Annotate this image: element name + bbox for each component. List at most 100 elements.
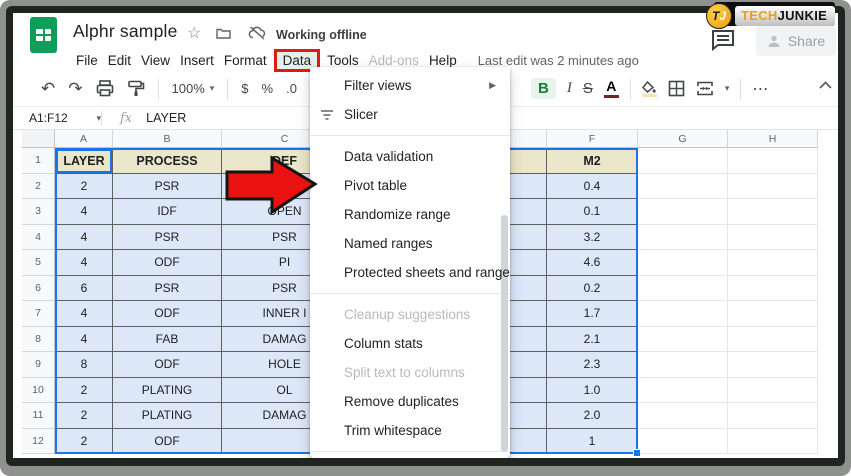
menu-item-slicer[interactable]: Slicer: [310, 100, 510, 129]
menu-item-filter-views[interactable]: Filter views▶: [310, 71, 510, 100]
cell-F11[interactable]: 2.0: [547, 403, 638, 429]
strikethrough-button[interactable]: S: [583, 80, 593, 97]
decrease-decimal-button[interactable]: .0: [286, 81, 297, 96]
cell-H6[interactable]: [728, 276, 818, 302]
cell-G9[interactable]: [638, 352, 728, 378]
cell-A3[interactable]: 4: [55, 199, 113, 225]
menu-item-randomize-range[interactable]: Randomize range: [310, 200, 510, 229]
print-icon[interactable]: [96, 80, 114, 97]
cell-A1[interactable]: LAYER: [55, 148, 113, 174]
cell-B1[interactable]: PROCESS: [113, 148, 222, 174]
merge-cells-button[interactable]: [696, 81, 714, 96]
menubar-item-format[interactable]: Format: [219, 51, 272, 70]
cell-H2[interactable]: [728, 174, 818, 200]
menu-item-column-stats[interactable]: Column stats: [310, 329, 510, 358]
row-header-4[interactable]: 4: [22, 225, 55, 251]
row-header-8[interactable]: 8: [22, 327, 55, 353]
cell-H12[interactable]: [728, 429, 818, 455]
cell-F7[interactable]: 1.7: [547, 301, 638, 327]
cell-F3[interactable]: 0.1: [547, 199, 638, 225]
cell-A11[interactable]: 2: [55, 403, 113, 429]
cell-F4[interactable]: 3.2: [547, 225, 638, 251]
cell-F5[interactable]: 4.6: [547, 250, 638, 276]
cell-G3[interactable]: [638, 199, 728, 225]
cell-H7[interactable]: [728, 301, 818, 327]
cell-F8[interactable]: 2.1: [547, 327, 638, 353]
borders-button[interactable]: [668, 80, 685, 97]
cell-B2[interactable]: PSR: [113, 174, 222, 200]
column-header-F[interactable]: F: [547, 130, 638, 148]
column-header-B[interactable]: B: [113, 130, 222, 148]
folder-icon[interactable]: [216, 27, 231, 39]
row-header-6[interactable]: 6: [22, 276, 55, 302]
selection-fill-handle[interactable]: [633, 449, 641, 457]
cell-G8[interactable]: [638, 327, 728, 353]
last-edit-status[interactable]: Last edit was 2 minutes ago: [478, 53, 639, 68]
cell-H9[interactable]: [728, 352, 818, 378]
cell-B10[interactable]: PLATING: [113, 378, 222, 404]
share-button[interactable]: Share: [756, 26, 836, 56]
menu-item-data-validation[interactable]: Data validation: [310, 142, 510, 171]
row-header-2[interactable]: 2: [22, 174, 55, 200]
cell-G5[interactable]: [638, 250, 728, 276]
bold-button[interactable]: B: [531, 78, 556, 99]
cell-G2[interactable]: [638, 174, 728, 200]
cell-H3[interactable]: [728, 199, 818, 225]
formula-input[interactable]: LAYER: [146, 111, 186, 125]
fill-color-button[interactable]: [642, 81, 657, 97]
column-header-A[interactable]: A: [55, 130, 113, 148]
menubar-item-view[interactable]: View: [136, 51, 175, 70]
cell-A4[interactable]: 4: [55, 225, 113, 251]
cell-B6[interactable]: PSR: [113, 276, 222, 302]
cell-B12[interactable]: ODF: [113, 429, 222, 455]
paint-format-icon[interactable]: [127, 80, 145, 97]
cell-A10[interactable]: 2: [55, 378, 113, 404]
name-box[interactable]: A1:F12 ▾: [29, 111, 101, 125]
cell-H5[interactable]: [728, 250, 818, 276]
document-title[interactable]: Alphr sample: [73, 21, 178, 42]
cell-H4[interactable]: [728, 225, 818, 251]
cell-F12[interactable]: 1: [547, 429, 638, 455]
row-header-5[interactable]: 5: [22, 250, 55, 276]
zoom-control[interactable]: 100% ▾: [172, 81, 215, 96]
cell-A7[interactable]: 4: [55, 301, 113, 327]
cell-F6[interactable]: 0.2: [547, 276, 638, 302]
row-header-1[interactable]: 1: [22, 148, 55, 174]
cell-H1[interactable]: [728, 148, 818, 174]
menu-item-pivot-table[interactable]: Pivot table: [310, 171, 510, 200]
text-color-button[interactable]: A: [604, 79, 619, 98]
cell-H10[interactable]: [728, 378, 818, 404]
italic-button[interactable]: I: [567, 80, 572, 97]
cell-G1[interactable]: [638, 148, 728, 174]
collapse-toolbar-icon[interactable]: [819, 81, 832, 89]
cell-F9[interactable]: 2.3: [547, 352, 638, 378]
cell-B9[interactable]: ODF: [113, 352, 222, 378]
cell-H8[interactable]: [728, 327, 818, 353]
row-header-3[interactable]: 3: [22, 199, 55, 225]
cell-B7[interactable]: ODF: [113, 301, 222, 327]
row-header-12[interactable]: 12: [22, 429, 55, 455]
menubar-item-insert[interactable]: Insert: [175, 51, 219, 70]
column-header-H[interactable]: H: [728, 130, 818, 148]
cell-H11[interactable]: [728, 403, 818, 429]
format-currency-button[interactable]: $: [241, 81, 248, 96]
star-icon[interactable]: ☆: [187, 23, 201, 43]
cell-G4[interactable]: [638, 225, 728, 251]
menubar-item-file[interactable]: File: [71, 51, 103, 70]
more-options-button[interactable]: ⋯: [752, 79, 769, 99]
menubar-item-edit[interactable]: Edit: [103, 51, 136, 70]
undo-icon[interactable]: ↶: [41, 79, 55, 99]
merge-dropdown-icon[interactable]: ▾: [725, 83, 730, 94]
cell-G6[interactable]: [638, 276, 728, 302]
menu-item-named-ranges[interactable]: Named ranges: [310, 229, 510, 258]
cell-F1[interactable]: M2: [547, 148, 638, 174]
row-header-11[interactable]: 11: [22, 403, 55, 429]
cell-A5[interactable]: 4: [55, 250, 113, 276]
row-header-9[interactable]: 9: [22, 352, 55, 378]
sheets-logo-icon[interactable]: [30, 17, 57, 53]
cell-G10[interactable]: [638, 378, 728, 404]
cell-B5[interactable]: ODF: [113, 250, 222, 276]
cell-B11[interactable]: PLATING: [113, 403, 222, 429]
cell-A12[interactable]: 2: [55, 429, 113, 455]
cell-A6[interactable]: 6: [55, 276, 113, 302]
